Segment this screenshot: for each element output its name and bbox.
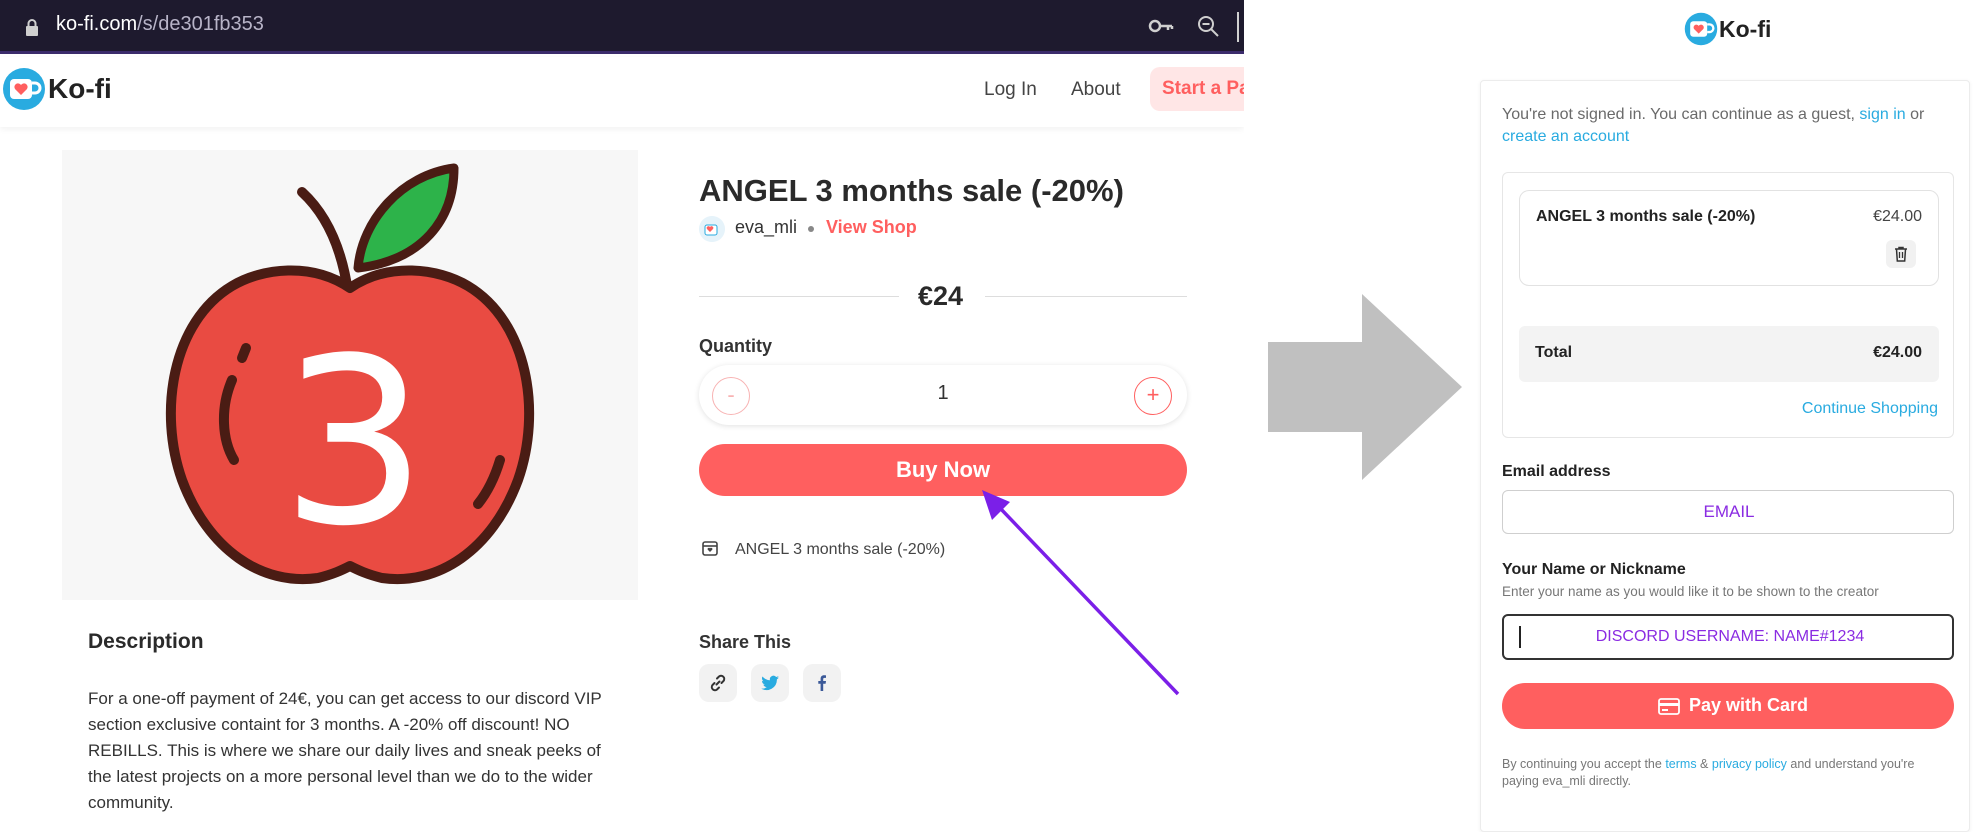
kofi-logo-text[interactable]: Ko-fi [48,73,112,105]
quantity-increment-button[interactable]: + [1134,377,1172,415]
kofi-cup-icon[interactable] [1684,12,1718,46]
included-item-name: ANGEL 3 months sale (-20%) [735,541,946,558]
login-link[interactable]: Log In [984,79,1037,101]
twitter-icon [761,675,779,691]
email-label: Email address [1502,463,1611,480]
price-divider-right [985,296,1187,297]
site-header: Ko-fi Log In About Start a Pa [0,57,1244,127]
name-field[interactable]: DISCORD USERNAME: NAME#1234 [1502,614,1954,660]
price-divider-left [699,296,899,297]
right-arrow-icon [1268,294,1462,480]
trash-icon [1895,246,1907,262]
total-label: Total [1535,344,1573,361]
zoom-out-icon[interactable] [1196,14,1220,38]
annotation-arrow-icon [982,490,1180,696]
sign-in-link[interactable]: sign in [1859,106,1905,123]
remove-item-button[interactable] [1886,240,1916,268]
or-text: or [1910,106,1925,123]
facebook-icon [818,675,826,691]
legal-notice: By continuing you accept the terms & pri… [1502,756,1947,790]
view-shop-link[interactable]: View Shop [826,217,917,238]
name-help-text: Enter your name as you would like it to … [1502,584,1879,599]
url-host: ko-fi.com [56,13,138,35]
guest-notice: You're not signed in. You can continue a… [1502,104,1932,148]
creator-name[interactable]: eva_mli [735,217,797,238]
key-icon[interactable] [1148,14,1174,38]
pay-with-card-button[interactable]: Pay with Card [1502,683,1954,729]
description-heading: Description [88,630,204,653]
total-value: €24.00 [1873,344,1922,361]
url-text[interactable]: ko-fi.com/s/de301fb353 [56,13,264,36]
amp-text: & [1700,757,1709,771]
name-label: Your Name or Nickname [1502,561,1686,578]
svg-text:3: 3 [281,310,427,577]
separator-dot [808,226,814,232]
description-text: For a one-off payment of 24€, you can ge… [88,689,602,812]
product-price: €24 [918,281,964,311]
quantity-value[interactable]: 1 [699,382,1187,405]
buy-now-button[interactable]: Buy Now [699,444,1187,496]
start-page-button[interactable]: Start a Pa [1150,67,1244,111]
email-annotation: EMAIL [1703,502,1755,521]
cart-item [1519,190,1939,286]
share-twitter-button[interactable] [751,664,789,702]
shop-item-icon [702,541,718,556]
privacy-policy-link[interactable]: privacy policy [1712,757,1787,771]
quantity-stepper: - 1 + [699,365,1187,425]
url-path: /s/de301fb353 [137,13,264,35]
browser-address-bar: ko-fi.com/s/de301fb353 [0,0,1244,54]
lock-icon [26,19,38,36]
quantity-label: Quantity [699,336,773,356]
continue-shopping-link[interactable]: Continue Shopping [1798,400,1938,418]
kofi-cup-icon[interactable] [2,67,46,111]
toolbar-separator [1237,12,1239,42]
share-heading: Share This [699,632,792,652]
credit-card-icon [1658,698,1680,715]
link-icon [710,674,726,692]
product-page-screenshot: ko-fi.com/s/de301fb353 Ko-fi Log In Abou… [0,0,1244,832]
cart-item-price: €24.00 [1873,208,1922,225]
share-link-button[interactable] [699,664,737,702]
product-title: ANGEL 3 months sale (-20%) [699,173,1124,208]
terms-link[interactable]: terms [1665,757,1696,771]
pay-button-label: Pay with Card [1689,695,1809,715]
email-field[interactable]: EMAIL [1502,490,1954,534]
kofi-logo-text[interactable]: Ko-fi [1719,16,1771,43]
creator-avatar[interactable] [699,216,725,242]
checkout-screenshot: Ko-fi You're not signed in. You can cont… [1462,0,1976,832]
product-image: 3 [62,150,638,600]
about-link[interactable]: About [1071,79,1121,101]
guest-notice-text: You're not signed in. You can continue a… [1502,106,1855,123]
share-facebook-button[interactable] [803,664,841,702]
name-annotation: DISCORD USERNAME: NAME#1234 [1595,628,1865,645]
cart-item-name: ANGEL 3 months sale (-20%) [1536,208,1756,225]
create-account-link[interactable]: create an account [1502,128,1629,145]
legal-prefix: By continuing you accept the [1502,757,1662,771]
